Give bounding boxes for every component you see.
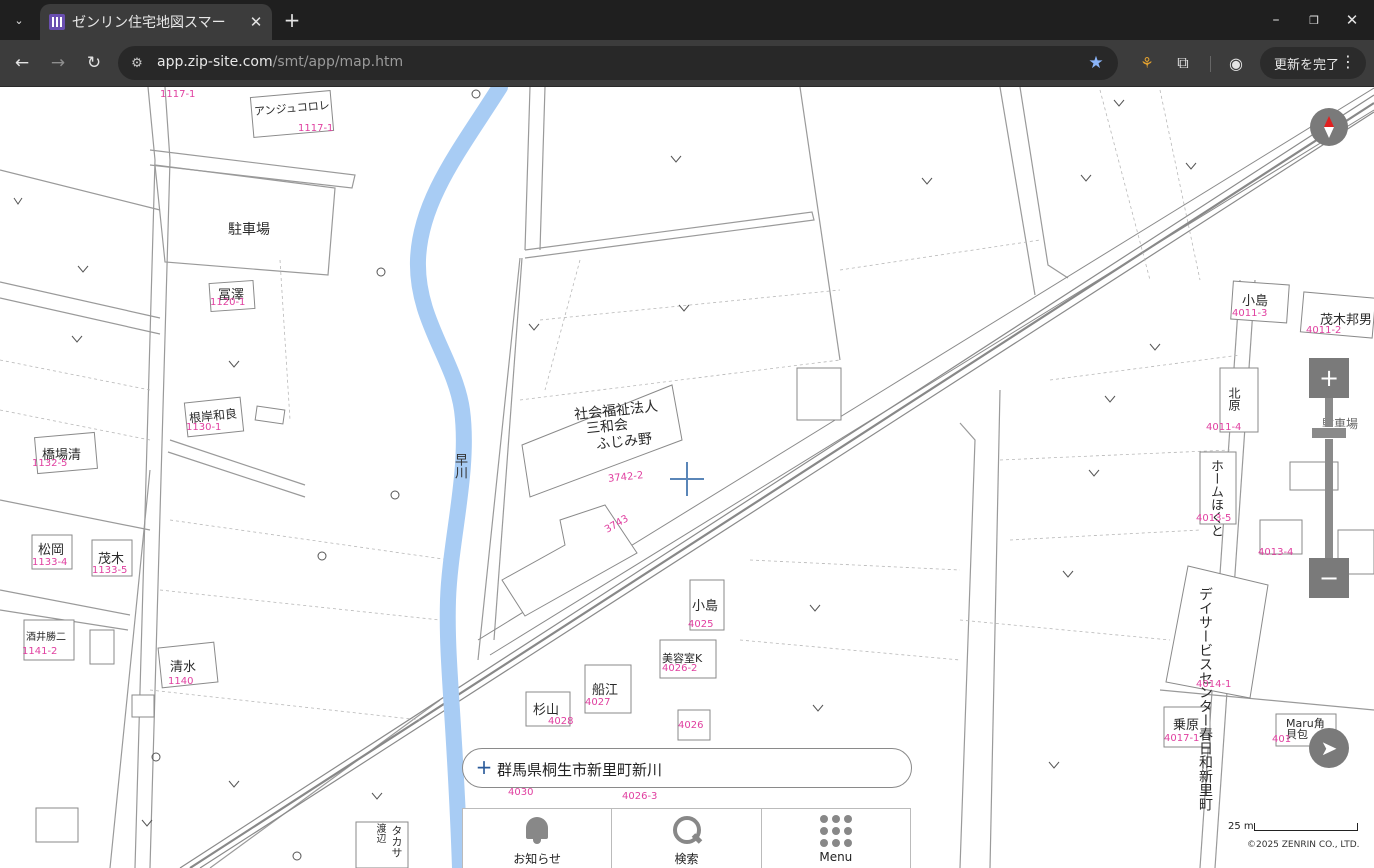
map-label-kojima: 小島 xyxy=(692,599,719,614)
map-label-takaki: タカサ xyxy=(390,825,403,858)
new-tab-button[interactable]: + xyxy=(280,8,304,32)
map-lot-number: 4030 xyxy=(508,787,534,798)
map-label-shimizu: 清水 xyxy=(170,660,197,675)
address-bar[interactable]: ⚙ app.zip-site.com/smt/app/map.htm ★ xyxy=(118,46,1118,80)
map-lot-number: 1133-5 xyxy=(92,565,128,576)
copyright-text: ©2025 ZENRIN CO., LTD. xyxy=(1247,840,1360,850)
forward-arrow-icon[interactable]: → xyxy=(45,50,71,76)
map-lot-number: 1117-1 xyxy=(298,123,334,134)
toolbar-separator xyxy=(1210,56,1211,72)
kebab-menu-icon[interactable]: ⋮ xyxy=(1340,52,1356,71)
map-label-sakai: 酒井勝二 xyxy=(26,632,66,643)
restore-button[interactable]: ❐ xyxy=(1302,8,1326,32)
map-lot-number: 4027 xyxy=(585,697,611,708)
map-lot-number: 1130-1 xyxy=(186,422,222,433)
map-label-parking: 駐車場 xyxy=(228,222,270,238)
map-label-watanabe: 渡辺 xyxy=(374,823,385,843)
notice-label: お知らせ xyxy=(513,852,562,866)
url-host: app.zip-site.com xyxy=(157,54,273,70)
window-close-button[interactable]: ✕ xyxy=(1340,8,1364,32)
tab-search-button[interactable]: ⌄ xyxy=(6,8,32,32)
zoom-slider-handle[interactable] xyxy=(1311,427,1347,439)
map-lot-number: 4017-1 xyxy=(1164,733,1200,744)
scale-bar xyxy=(1254,823,1358,831)
zenrin-favicon-icon xyxy=(49,14,65,30)
update-label: 更新を完了 xyxy=(1274,57,1340,73)
active-tab[interactable]: ゼンリン住宅地図スマー ✕ xyxy=(40,4,272,40)
map-lot-number: 4026-3 xyxy=(622,791,658,802)
map-lot-number: 1133-4 xyxy=(32,557,68,568)
url-text[interactable]: app.zip-site.com/smt/app/map.htm xyxy=(157,54,403,70)
puzzle-extensions-icon[interactable]: ⧉ xyxy=(1172,52,1194,74)
map-lot-number: 4011-4 xyxy=(1206,422,1242,433)
address-display[interactable]: + 群馬県桐生市新里町新川 xyxy=(462,748,912,788)
map-lot-number: 1141-2 xyxy=(22,646,58,657)
bell-icon xyxy=(520,815,554,847)
screen: ⌄ ゼンリン住宅地図スマー ✕ + – ❐ ✕ ← → ↻ ⚙ app.zip-… xyxy=(0,0,1374,868)
map-lot-number: 4028 xyxy=(548,716,574,727)
map-label-matsuoka: 松岡 xyxy=(38,543,65,558)
map-canvas[interactable]: アンジュコロレ 1117-1 1117-1 駐車場 冨澤 1120-1 根岸和良… xyxy=(0,87,1374,868)
map-lot-number: 4026 xyxy=(678,720,704,731)
minimize-button[interactable]: – xyxy=(1264,8,1288,32)
zoom-slider-track[interactable] xyxy=(1325,398,1333,558)
map-label-funae: 船江 xyxy=(592,683,619,698)
tab-title: ゼンリン住宅地図スマー xyxy=(72,15,226,31)
menu-label: Menu xyxy=(819,850,853,864)
bookmark-star-icon[interactable]: ★ xyxy=(1086,53,1106,73)
map-lot-number: 1140 xyxy=(168,676,194,687)
tab-close-icon[interactable]: ✕ xyxy=(246,12,266,32)
address-text: 群馬県桐生市新里町新川 xyxy=(497,761,663,779)
map-lot-number: 1132-5 xyxy=(32,458,68,469)
map-label-jouhara: 乗原 xyxy=(1173,718,1200,733)
scale-label: 25 m xyxy=(1228,821,1254,832)
map-label-kojima-2: 小島 xyxy=(1242,294,1269,309)
notice-button[interactable]: お知らせ xyxy=(463,809,613,868)
map-center-crosshair-icon xyxy=(670,462,704,496)
search-label: 検索 xyxy=(674,852,699,866)
reload-icon[interactable]: ↻ xyxy=(81,50,107,76)
url-path: /smt/app/map.htm xyxy=(272,54,404,70)
menu-button[interactable]: Menu xyxy=(762,809,910,868)
profile-avatar-icon[interactable]: ◉ xyxy=(1225,52,1247,74)
map-lot-number: 401 xyxy=(1272,734,1292,745)
map-label-kitahara: 北原 xyxy=(1227,387,1241,411)
map-label-river: 早川 xyxy=(452,453,467,479)
map-lot-number: 1117-1 xyxy=(160,89,196,100)
bottom-menu-bar: お知らせ 検索 Menu xyxy=(462,808,911,868)
map-lot-number: 4013-4 xyxy=(1258,547,1294,558)
update-button[interactable]: 更新を完了 ⋮ xyxy=(1260,47,1366,79)
browser-toolbar: ← → ↻ ⚙ app.zip-site.com/smt/app/map.htm… xyxy=(0,40,1374,87)
map-lot-number: 4011-3 xyxy=(1232,308,1268,319)
compass-button[interactable] xyxy=(1310,108,1348,146)
back-arrow-icon[interactable]: ← xyxy=(9,50,35,76)
map-lot-number: 4025 xyxy=(688,619,714,630)
map-lot-number: 4013-5 xyxy=(1196,513,1232,524)
map-lot-number: 4014-1 xyxy=(1196,679,1232,690)
extension-icon[interactable]: ⚘ xyxy=(1136,52,1158,74)
search-icon xyxy=(669,815,703,847)
zoom-in-button[interactable]: + xyxy=(1309,358,1349,398)
grid-dots-icon xyxy=(819,815,852,847)
site-info-icon[interactable]: ⚙ xyxy=(128,54,146,72)
map-lot-number: 1120-1 xyxy=(210,297,246,308)
tab-bar: ⌄ ゼンリン住宅地図スマー ✕ + – ❐ ✕ xyxy=(0,0,1374,40)
current-location-button[interactable]: ➤ xyxy=(1309,728,1349,768)
plus-icon[interactable]: + xyxy=(475,755,493,779)
map-lot-number: 4011-2 xyxy=(1306,325,1342,336)
zoom-out-button[interactable]: − xyxy=(1309,558,1349,598)
map-label-dayservice: デイサービスセンター春日和新里町 xyxy=(1197,587,1213,811)
compass-needle-icon xyxy=(1324,116,1334,138)
map-label-homecare: ホームほくと xyxy=(1208,459,1223,537)
search-button[interactable]: 検索 xyxy=(612,809,762,868)
map-lot-number: 4026-2 xyxy=(662,663,698,674)
